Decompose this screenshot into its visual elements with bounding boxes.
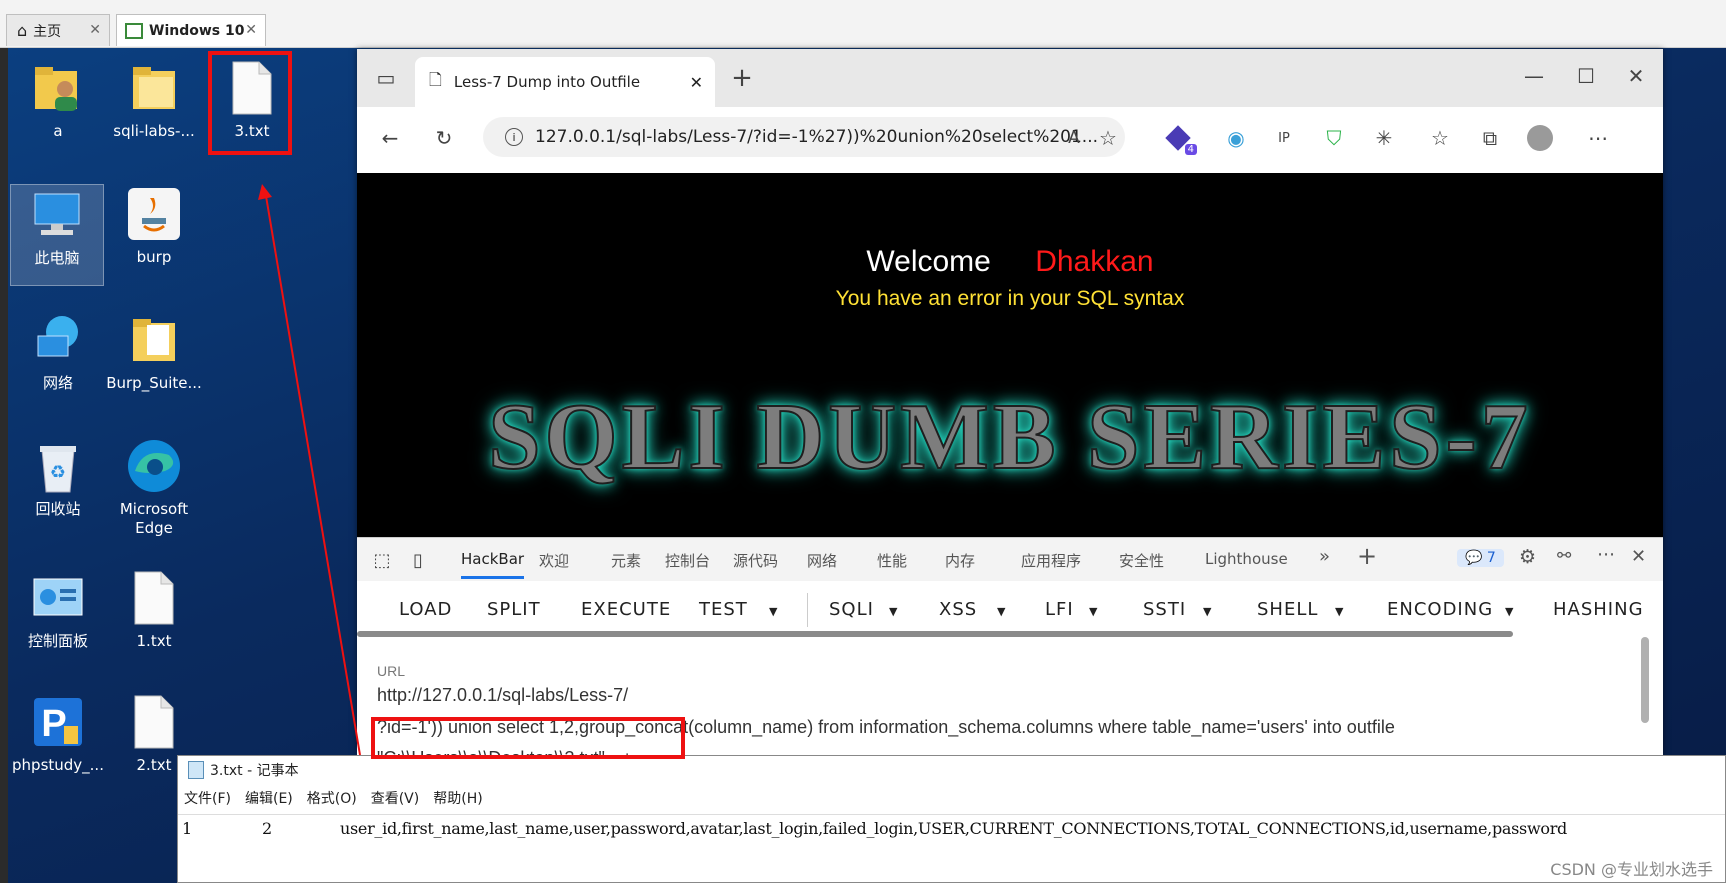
- arrow-line: [265, 195, 361, 756]
- annotation-arrow: [258, 184, 361, 756]
- arrow-head: [258, 184, 272, 200]
